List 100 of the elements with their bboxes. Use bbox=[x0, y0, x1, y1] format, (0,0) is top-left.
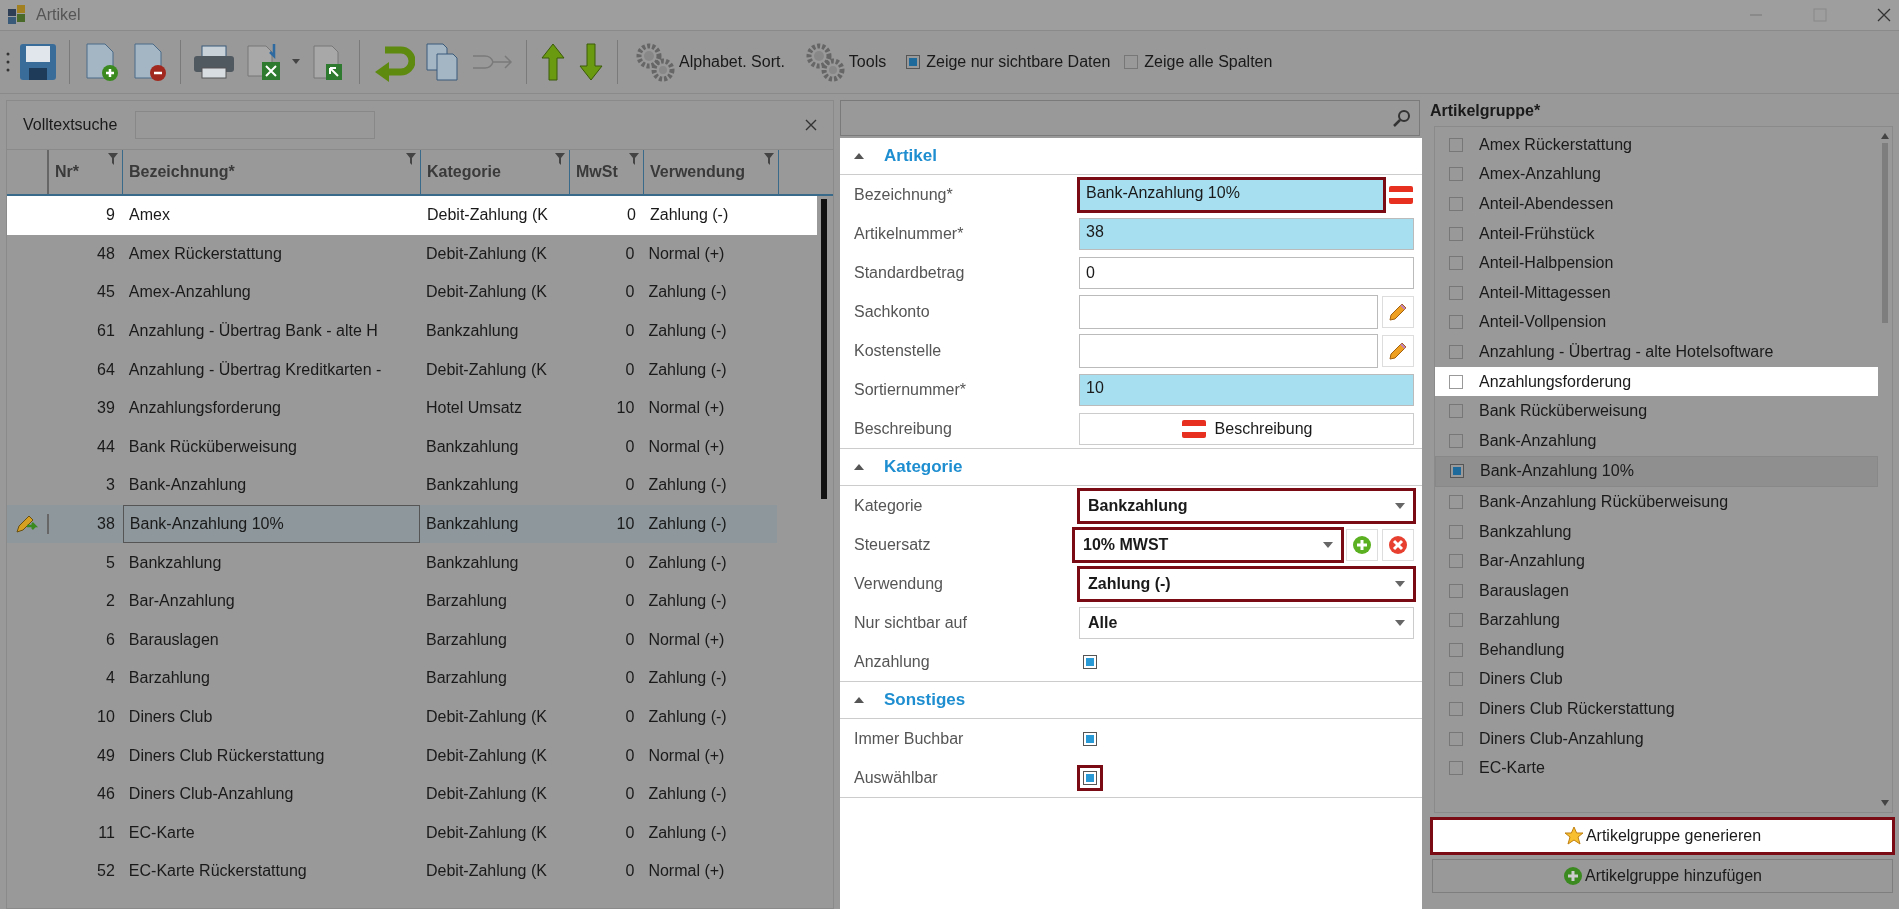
list-item[interactable]: Anteil-Mittagessen bbox=[1435, 277, 1878, 308]
checkbox[interactable] bbox=[1450, 464, 1464, 479]
list-item[interactable]: Anteil-Halbpension bbox=[1435, 248, 1878, 278]
input-field[interactable]: 38 bbox=[1079, 217, 1414, 250]
dropdown[interactable]: Alle bbox=[1079, 606, 1414, 639]
list-item[interactable]: Bank-Anzahlung bbox=[1435, 425, 1878, 456]
list-item[interactable]: Bankzahlung bbox=[1435, 516, 1878, 547]
checkbox[interactable] bbox=[1449, 731, 1463, 746]
scrollbar-thumb[interactable] bbox=[821, 199, 827, 499]
checkbox[interactable] bbox=[1449, 524, 1463, 539]
table-row[interactable]: 10 Diners Club Debit-Zahlung (K 0 Zahlung (-) bbox=[7, 697, 777, 737]
table-row[interactable]: 3 Bank-Anzahlung Bankzahlung 0 Zahlung (-) bbox=[7, 466, 777, 505]
save-icon[interactable] bbox=[18, 42, 58, 82]
table-row[interactable]: 49 Diners Club Rückerstattung Debit-Zahlung (K 0 Normal (+) bbox=[7, 736, 777, 775]
table-row[interactable]: 48 Amex Rückerstattung Debit-Zahlung (K 0 Normal (+) bbox=[7, 234, 777, 274]
checkbox[interactable] bbox=[1449, 197, 1463, 211]
add-button[interactable] bbox=[1346, 528, 1378, 561]
filter-icon[interactable] bbox=[108, 153, 118, 165]
collapse-icon[interactable] bbox=[854, 696, 864, 704]
close-icon[interactable] bbox=[805, 119, 817, 131]
edit-button[interactable] bbox=[1382, 295, 1414, 328]
toolbar-button[interactable]: Tools bbox=[798, 42, 893, 82]
table-row[interactable]: 46 Diners Club-Anzahlung Debit-Zahlung (K 0 Zahlung (-) bbox=[7, 774, 777, 814]
table-row[interactable]: 61 Anzahlung - Übertrag Bank - alte H Bankzahlung 0 Zahlung (-) bbox=[7, 311, 777, 351]
group-button[interactable]: Artikelgruppe hinzufügen bbox=[1432, 859, 1893, 893]
search-field[interactable] bbox=[840, 100, 1420, 136]
checkbox[interactable] bbox=[1449, 315, 1463, 330]
checkbox[interactable] bbox=[1449, 344, 1463, 359]
scroll-up-icon[interactable] bbox=[1881, 133, 1889, 139]
list-item[interactable]: Diners Club bbox=[1435, 664, 1878, 695]
description-button[interactable]: Beschreibung bbox=[1079, 412, 1414, 445]
checkbox[interactable] bbox=[1449, 554, 1463, 569]
list-item[interactable]: Bar-Anzahlung bbox=[1435, 546, 1878, 576]
flag-icon[interactable] bbox=[1388, 184, 1414, 205]
group-button[interactable]: Artikelgruppe generieren bbox=[1432, 819, 1893, 853]
checkbox[interactable] bbox=[1449, 433, 1463, 448]
checkbox[interactable] bbox=[1079, 766, 1101, 789]
input-field[interactable]: 0 bbox=[1079, 256, 1414, 289]
checkbox[interactable] bbox=[1449, 494, 1463, 509]
checkbox[interactable] bbox=[1449, 583, 1463, 598]
dropdown[interactable]: Zahlung (-) bbox=[1079, 567, 1414, 600]
toolbar-button[interactable]: Alphabet. Sort. bbox=[629, 42, 791, 82]
column-header[interactable]: Bezeichnung* bbox=[123, 150, 421, 194]
list-item[interactable]: Amex Rückerstattung bbox=[1435, 130, 1878, 160]
table-row[interactable]: 52 EC-Karte Rückerstattung Debit-Zahlung (K 0 Normal (+) bbox=[7, 852, 777, 891]
list-item[interactable]: Behandlung bbox=[1435, 635, 1878, 665]
list-item[interactable]: Bank-Anzahlung Rücküberweisung bbox=[1435, 487, 1878, 517]
table-row[interactable]: 38 Bank-Anzahlung 10% Bankzahlung 10 Zahlung (-) bbox=[7, 504, 777, 544]
list-item[interactable]: Anzahlung - Übertrag - alte Hotelsoftware bbox=[1435, 337, 1878, 367]
table-row[interactable]: 11 EC-Karte Debit-Zahlung (K 0 Zahlung (-) bbox=[7, 813, 777, 853]
checkbox[interactable] bbox=[1449, 672, 1463, 687]
edit-button[interactable] bbox=[1382, 334, 1414, 367]
column-header[interactable]: Nr* bbox=[49, 150, 123, 194]
list-item[interactable]: Anteil-Frühstück bbox=[1435, 218, 1878, 249]
collapse-icon[interactable] bbox=[854, 152, 864, 160]
checkbox[interactable] bbox=[1449, 404, 1463, 419]
column-header[interactable]: MwSt bbox=[570, 150, 644, 194]
table-row[interactable]: 45 Amex-Anzahlung Debit-Zahlung (K 0 Zahlung (-) bbox=[7, 273, 777, 312]
column-header[interactable]: Verwendung bbox=[644, 150, 779, 194]
filter-icon[interactable] bbox=[764, 153, 774, 165]
input-field[interactable] bbox=[1079, 333, 1378, 368]
list-item[interactable]: EC-Karte bbox=[1435, 753, 1878, 784]
up-arrow-icon[interactable] bbox=[538, 42, 568, 82]
dropdown[interactable]: 10% MWST bbox=[1074, 528, 1342, 561]
list-item[interactable]: Bank-Anzahlung 10% bbox=[1435, 455, 1878, 488]
filter-icon[interactable] bbox=[555, 153, 565, 165]
table-row[interactable]: 39 Anzahlungsforderung Hotel Umsatz 10 Normal (+) bbox=[7, 388, 777, 428]
input-field[interactable]: Bank-Anzahlung 10% bbox=[1079, 178, 1384, 211]
list-item[interactable]: Anzahlungsforderung bbox=[1435, 366, 1878, 397]
checkbox[interactable] bbox=[1449, 285, 1463, 300]
table-row[interactable]: 4 Barzahlung Barzahlung 0 Zahlung (-) bbox=[7, 659, 777, 698]
checkbox[interactable] bbox=[1449, 256, 1463, 271]
list-item[interactable]: Anteil-Abendessen bbox=[1435, 189, 1878, 219]
dropdown[interactable]: Bankzahlung bbox=[1079, 489, 1414, 522]
scrollbar-thumb[interactable] bbox=[1882, 143, 1888, 323]
collapse-icon[interactable] bbox=[854, 463, 864, 471]
list-item[interactable]: Barzahlung bbox=[1435, 605, 1878, 636]
list-item[interactable]: Amex-Anzahlung bbox=[1435, 159, 1878, 190]
filter-icon[interactable] bbox=[406, 153, 416, 165]
table-row[interactable]: 44 Bank Rücküberweisung Bankzahlung 0 Normal (+) bbox=[7, 427, 777, 467]
list-item[interactable]: Diners Club Rückerstattung bbox=[1435, 694, 1878, 724]
input-field[interactable]: 10 bbox=[1079, 373, 1414, 406]
caret-icon[interactable] bbox=[292, 59, 300, 65]
checkbox[interactable] bbox=[1449, 374, 1463, 389]
column-header[interactable]: Kategorie bbox=[421, 150, 570, 194]
checkbox[interactable] bbox=[906, 55, 921, 69]
checkbox[interactable] bbox=[1449, 613, 1463, 628]
input-field[interactable] bbox=[1079, 294, 1378, 329]
checkbox[interactable] bbox=[1449, 226, 1463, 241]
list-item[interactable]: Bank Rücküberweisung bbox=[1435, 396, 1878, 426]
list-item[interactable]: Barauslagen bbox=[1435, 575, 1878, 606]
scroll-down-icon[interactable] bbox=[1881, 800, 1889, 806]
checkbox[interactable] bbox=[1449, 702, 1463, 717]
checkbox[interactable] bbox=[1449, 642, 1463, 657]
close-icon[interactable] bbox=[1877, 8, 1891, 22]
table-row[interactable]: 9 Amex Debit-Zahlung (K 0 Zahlung (-) bbox=[7, 196, 817, 235]
delete-button[interactable] bbox=[1382, 528, 1414, 561]
filter-icon[interactable] bbox=[629, 153, 639, 165]
list-item[interactable]: Anteil-Vollpension bbox=[1435, 307, 1878, 338]
table-row[interactable]: 64 Anzahlung - Übertrag Kreditkarten - Debit-Zahlung (K 0 Zahlung (-) bbox=[7, 350, 777, 389]
